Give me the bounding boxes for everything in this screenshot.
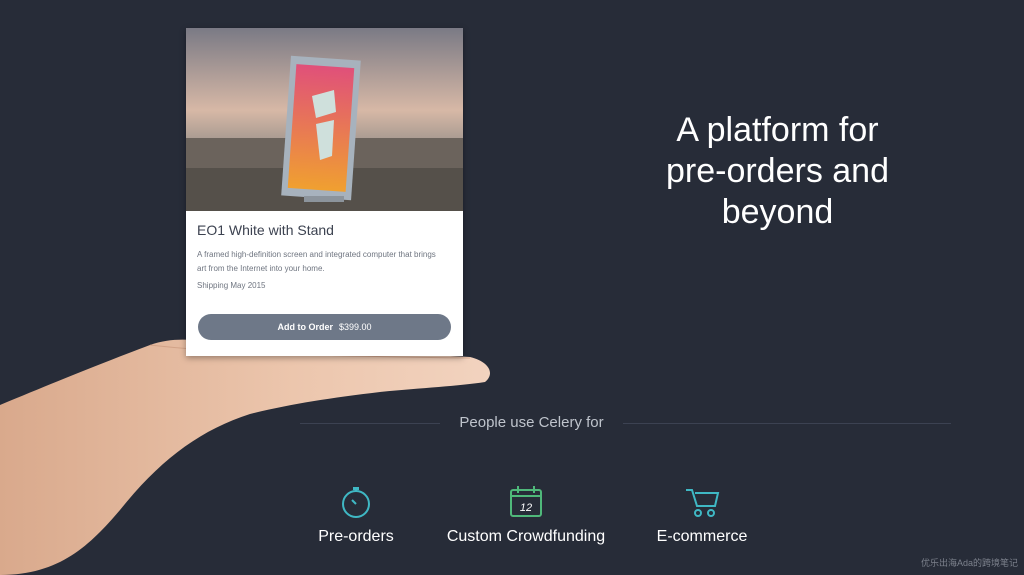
product-description: A framed high-definition screen and inte…: [197, 250, 436, 273]
add-to-order-label: Add to Order: [277, 322, 333, 332]
section-subtitle: People use Celery for: [459, 414, 604, 431]
feature-e-commerce: E-commerce: [644, 484, 760, 546]
feature-pre-orders: Pre-orders: [300, 484, 412, 546]
feature-label: Pre-orders: [318, 528, 394, 545]
calendar-number: 12: [520, 502, 532, 514]
headline-line-2: pre-orders and: [665, 152, 889, 190]
product-card: EO1 White with Stand A framed high-defin…: [186, 28, 463, 356]
shipping-text: Shipping May 2015: [197, 281, 266, 290]
calendar-icon: 12: [510, 486, 542, 517]
feature-label: Custom Crowdfunding: [446, 528, 606, 545]
divider-right: [623, 423, 951, 424]
price-label: $399.00: [338, 322, 372, 332]
product-photo: [186, 28, 463, 211]
headline-line-3: beyond: [721, 193, 834, 231]
headline-line-1: A platform for: [676, 111, 879, 149]
headline: A platform for pre-orders and beyond: [600, 110, 955, 233]
feature-custom-crowdfunding: 12 Custom Crowdfunding: [440, 484, 612, 546]
watermark: 优乐出海Ada的跨境笔记: [920, 558, 1018, 568]
cart-icon: [686, 489, 720, 517]
stopwatch-icon: [342, 487, 370, 518]
product-title: EO1 White with Stand: [197, 222, 334, 238]
add-to-order-button[interactable]: Add to Order $399.00: [198, 314, 451, 340]
feature-label: E-commerce: [656, 528, 748, 545]
divider-left: [300, 423, 440, 424]
